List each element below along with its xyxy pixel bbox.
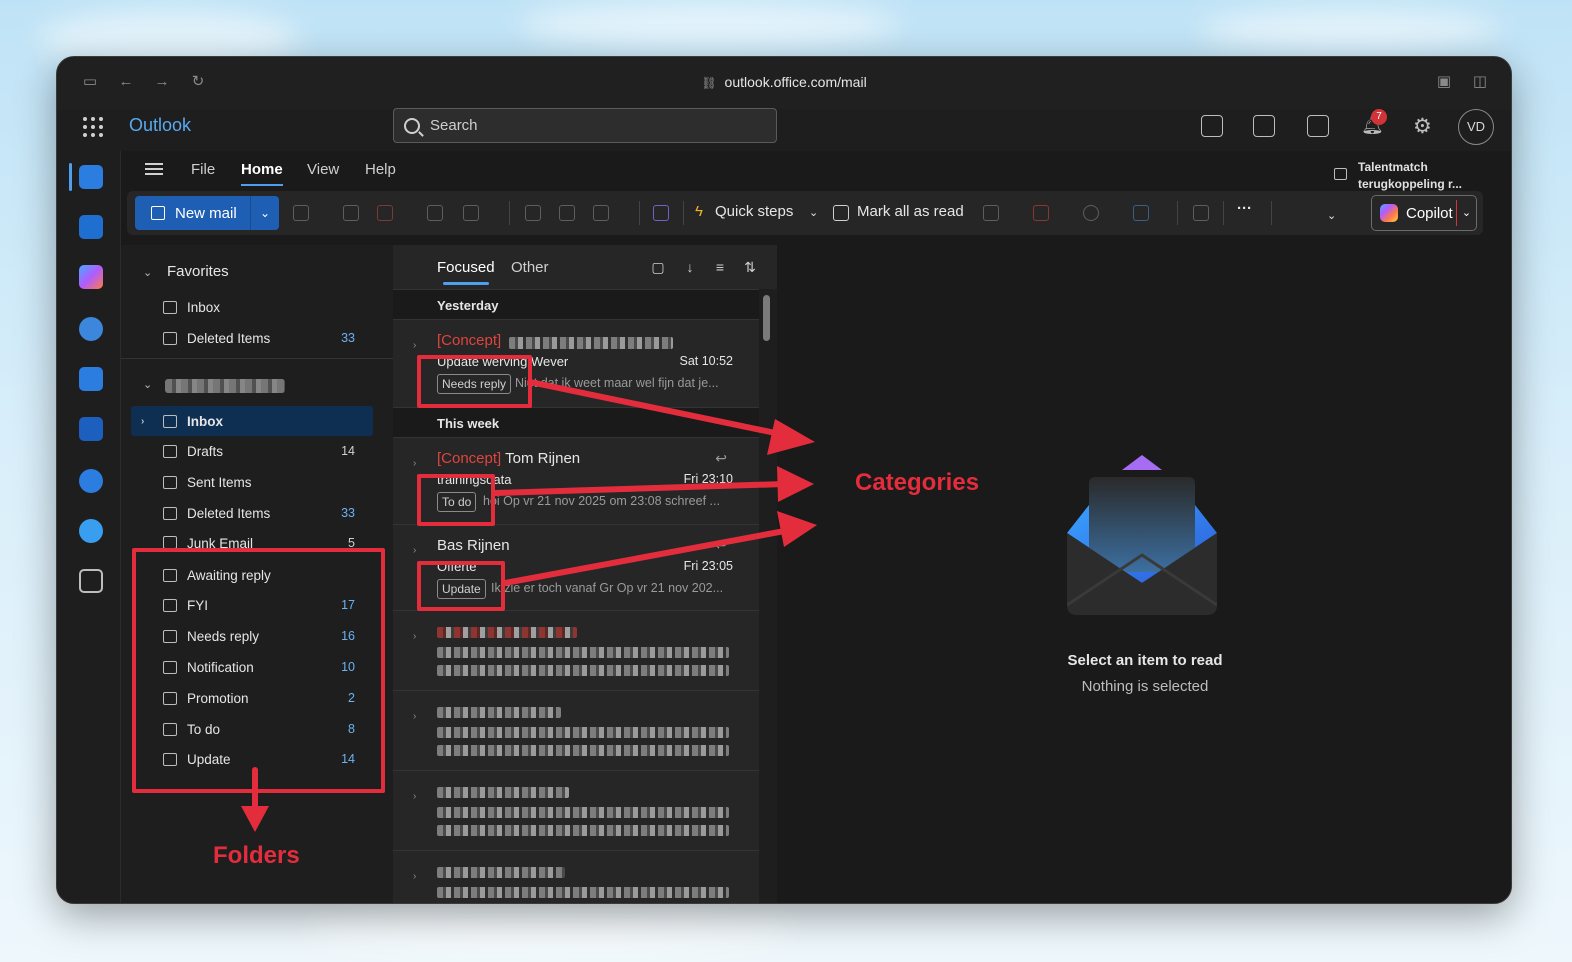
arrow-head xyxy=(777,466,814,502)
arrow-line xyxy=(502,527,793,586)
annotation-folders: Folders xyxy=(213,842,300,869)
arrow-head xyxy=(777,511,817,547)
arrow-line xyxy=(492,481,788,496)
arrow-head xyxy=(767,419,815,455)
annotation-categories: Categories xyxy=(855,469,980,496)
annotation-arrows xyxy=(241,379,817,832)
arrow-head xyxy=(241,806,269,832)
arrow-line xyxy=(527,379,793,439)
